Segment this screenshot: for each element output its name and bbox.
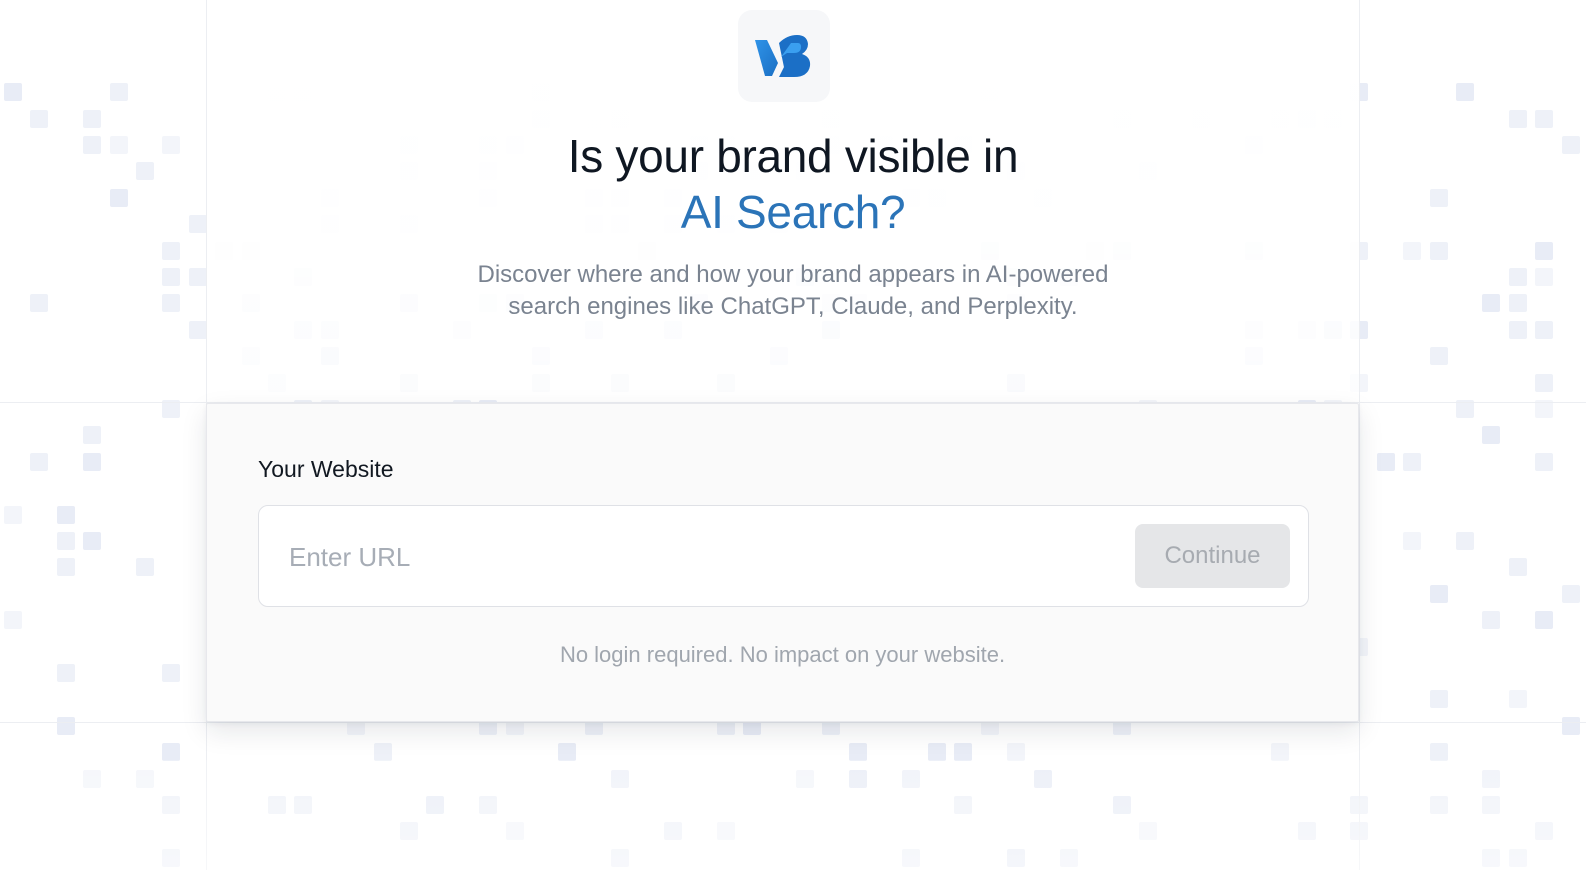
subtitle-line-2: search engines like ChatGPT, Claude, and… <box>508 293 1078 320</box>
form-note: No login required. No impact on your web… <box>559 642 1006 667</box>
vb-logo-icon <box>755 35 811 77</box>
url-input-group: Continue <box>258 505 1309 607</box>
website-form-card: Your Website Continue No login required.… <box>206 403 1359 722</box>
url-input[interactable] <box>289 530 1119 584</box>
page-title: Is your brand visible in AI Search? <box>0 128 1586 240</box>
headline-line-1: Is your brand visible in <box>567 130 1019 182</box>
subtitle-line-1: Discover where and how your brand appear… <box>477 261 1109 288</box>
headline-accent: AI Search? <box>680 186 906 238</box>
website-label: Your Website <box>258 456 394 482</box>
continue-button[interactable]: Continue <box>1135 524 1290 588</box>
page-subtitle: Discover where and how your brand appear… <box>0 259 1586 323</box>
bottom-fade <box>0 760 1586 870</box>
brand-logo[interactable] <box>738 10 830 102</box>
grid-line <box>0 722 1586 723</box>
landing-page: Is your brand visible in AI Search? Disc… <box>0 0 1586 870</box>
